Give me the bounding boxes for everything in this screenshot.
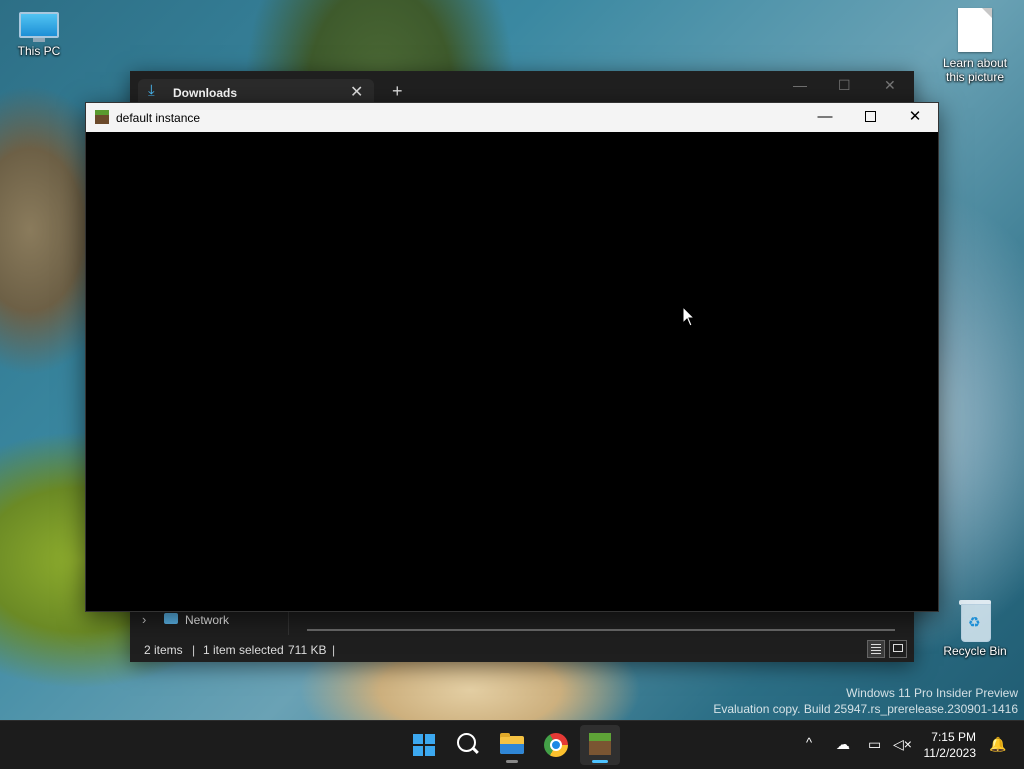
monitor-icon bbox=[19, 12, 59, 42]
onedrive-offline-icon[interactable]: ☁ bbox=[836, 736, 850, 753]
volume-muted-icon[interactable]: ◁× bbox=[893, 736, 912, 753]
taskbar-chrome[interactable] bbox=[536, 725, 576, 765]
nav-item-label: Network bbox=[185, 613, 230, 627]
download-icon: ⤓ bbox=[148, 82, 155, 99]
maximize-icon[interactable]: ☐ bbox=[838, 77, 851, 94]
active-indicator bbox=[592, 760, 608, 763]
selection-count: 1 item selected bbox=[203, 643, 284, 657]
selection-size: 711 KB bbox=[288, 643, 327, 657]
chrome-icon bbox=[544, 733, 568, 757]
maximize-icon bbox=[864, 110, 876, 122]
details-view-icon bbox=[871, 644, 881, 654]
start-button[interactable] bbox=[404, 725, 444, 765]
running-indicator bbox=[506, 760, 518, 763]
maximize-button[interactable] bbox=[850, 106, 890, 128]
recycle-bin-icon: ♻ bbox=[957, 598, 993, 642]
pane-divider[interactable] bbox=[288, 611, 289, 635]
document-icon bbox=[958, 8, 992, 52]
desktop-icon-label: Learn about this picture bbox=[942, 56, 1008, 84]
minimize-icon[interactable]: — bbox=[793, 77, 807, 93]
watermark-line: Evaluation copy. Build 25947.rs_prerelea… bbox=[713, 702, 1018, 716]
minecraft-icon bbox=[95, 110, 109, 124]
network-icon bbox=[164, 613, 178, 624]
chevron-right-icon[interactable]: › bbox=[142, 612, 146, 627]
search-button[interactable] bbox=[448, 725, 488, 765]
desktop-icon-label: Recycle Bin bbox=[943, 644, 1007, 658]
evaluation-watermark: Windows 11 Pro Insider Preview Evaluatio… bbox=[713, 685, 1018, 717]
close-button[interactable]: ✕ bbox=[895, 106, 935, 128]
status-bar: 2 items | 1 item selected 711 KB | bbox=[130, 639, 914, 662]
windows-logo-icon bbox=[413, 734, 435, 756]
tab-label: Downloads bbox=[173, 86, 238, 100]
new-tab-button[interactable]: + bbox=[392, 81, 403, 102]
window-title: default instance bbox=[116, 111, 201, 125]
title-bar[interactable]: default instance — ✕ bbox=[86, 103, 938, 132]
show-hidden-icons-chevron[interactable]: ^ bbox=[806, 735, 812, 750]
desktop-icon-learn-about-picture[interactable]: Learn about this picture bbox=[937, 8, 1013, 84]
desktop-icon-this-pc[interactable]: This PC bbox=[1, 12, 77, 58]
game-viewport[interactable] bbox=[86, 132, 938, 611]
notification-bell-icon[interactable]: 🔔 bbox=[989, 736, 1006, 753]
details-view-button[interactable] bbox=[867, 640, 885, 658]
watermark-line: Windows 11 Pro Insider Preview bbox=[846, 686, 1018, 700]
status-separator: | bbox=[192, 643, 196, 657]
clock[interactable]: 7:15 PM 11/2/2023 bbox=[914, 729, 977, 761]
status-separator: | bbox=[332, 643, 336, 657]
network-icon[interactable]: ▭ bbox=[868, 736, 881, 753]
tab-close-icon[interactable]: ✕ bbox=[350, 82, 363, 102]
folder-icon bbox=[500, 733, 524, 754]
explorer-tab-bar: ⤓ Downloads ✕ + — ☐ ✕ bbox=[130, 71, 914, 104]
minimize-button[interactable]: — bbox=[805, 106, 845, 128]
horizontal-scrollbar[interactable] bbox=[307, 629, 895, 631]
instance-window: default instance — ✕ bbox=[85, 102, 939, 612]
item-count: 2 items bbox=[144, 643, 183, 657]
tab-downloads[interactable]: ⤓ Downloads ✕ bbox=[138, 79, 374, 104]
desktop-icon-recycle-bin[interactable]: ♻ Recycle Bin bbox=[937, 598, 1013, 658]
taskbar: ^ ☁ ▭ ◁× 7:15 PM 11/2/2023 🔔 bbox=[0, 720, 1024, 769]
close-icon[interactable]: ✕ bbox=[884, 77, 896, 94]
clock-date: 11/2/2023 bbox=[923, 746, 977, 760]
tiles-view-button[interactable] bbox=[889, 640, 907, 658]
desktop-icon-label: This PC bbox=[17, 44, 61, 58]
tiles-view-icon bbox=[893, 644, 903, 652]
clock-time: 7:15 PM bbox=[931, 730, 976, 744]
mouse-cursor-icon bbox=[682, 306, 696, 327]
minecraft-icon bbox=[589, 733, 611, 755]
taskbar-minecraft[interactable] bbox=[580, 725, 620, 765]
search-icon bbox=[457, 733, 476, 752]
taskbar-file-explorer[interactable] bbox=[492, 725, 532, 765]
